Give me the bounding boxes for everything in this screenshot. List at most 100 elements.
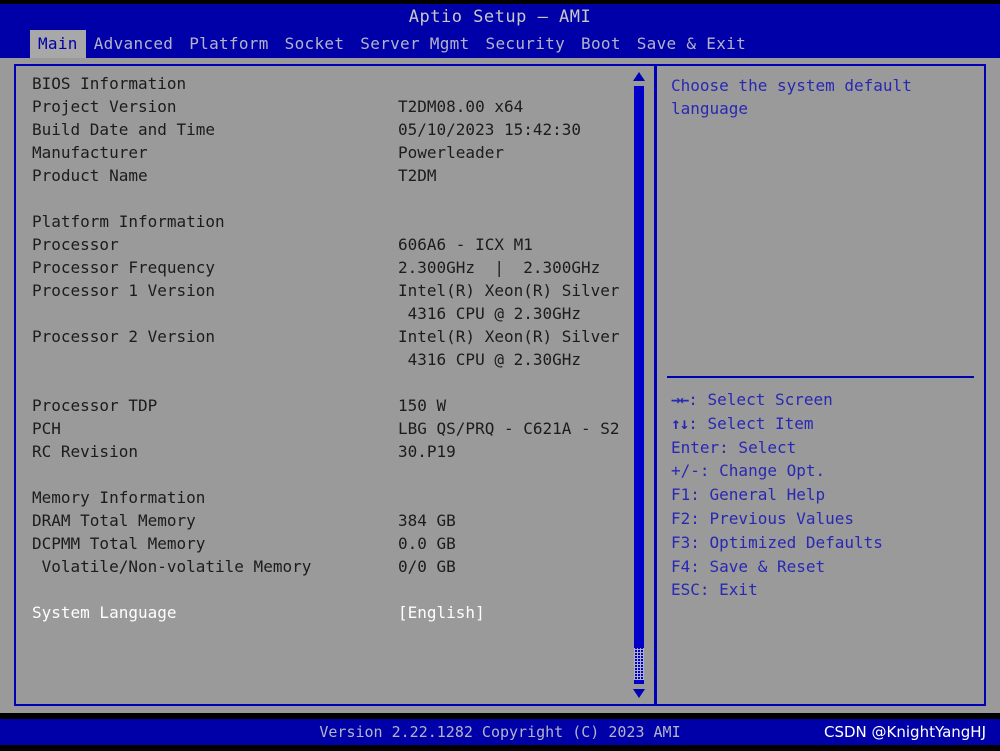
help-divider (667, 376, 974, 378)
row-value: Intel(R) Xeon(R) Silver (398, 281, 620, 300)
menu-tab-platform[interactable]: Platform (181, 30, 276, 58)
hotkey-text: F2: Previous Values (671, 508, 855, 528)
row-value: 606A6 - ICX M1 (398, 235, 533, 254)
hotkey-item: F3: Optimized Defaults (671, 531, 883, 555)
bios-setup-screen: Aptio Setup – AMI Main Advanced Platform So… (0, 0, 1000, 751)
row-value: 2.300GHz | 2.300GHz (398, 258, 601, 277)
settings-row: Processor 1 Version Intel(R) Xeon(R) Silv… (16, 279, 652, 302)
help-panel: Choose the system default language →←: Se… (657, 66, 984, 704)
row-value: LBG QS/PRQ - C621A - S2 (398, 419, 620, 438)
hotkey-text: F4: Save & Reset (671, 556, 826, 576)
settings-rows: BIOS Information Project Version T2DM08.00… (16, 72, 652, 624)
row-label: Project Version (32, 97, 177, 116)
row-label: Manufacturer (32, 143, 148, 162)
menu-tab-server-mgmt[interactable]: Server Mgmt (352, 30, 477, 58)
row-label: System Language (32, 603, 177, 622)
hotkey-item: F2: Previous Values (671, 507, 883, 531)
row-spacer (16, 371, 652, 394)
row-value: T2DM08.00 x64 (398, 97, 524, 116)
row-label: Processor Frequency (32, 258, 216, 277)
menu-tab-boot[interactable]: Boot (573, 30, 629, 58)
row-value: 4316 CPU @ 2.30GHz (398, 304, 582, 323)
row-label: Processor (32, 235, 119, 254)
settings-row: 4316 CPU @ 2.30GHz (16, 302, 652, 325)
hotkey-text: F1: General Help (671, 485, 826, 505)
section-heading: BIOS Information (16, 72, 652, 95)
hotkey-legend: →←: Select Screen ↑↓: Select Item Enter: S… (671, 388, 883, 602)
footer-bar: Version 2.22.1282 Copyright (C) 2023 AMI… (0, 719, 1000, 745)
row-label: Processor TDP (32, 396, 158, 415)
settings-row: DCPMM Total Memory 0.0 GB (16, 532, 652, 555)
panel-box: BIOS Information Project Version T2DM08.00… (14, 64, 986, 706)
row-label: RC Revision (32, 442, 138, 461)
section-heading: Memory Information (16, 486, 652, 509)
row-value[interactable]: [English] (398, 601, 485, 624)
hotkey-text: F3: Optimized Defaults (671, 532, 883, 552)
settings-panel: BIOS Information Project Version T2DM08.00… (16, 66, 652, 704)
row-spacer (16, 578, 652, 601)
arrow-keys-icon: →← (671, 390, 689, 409)
settings-row: Processor 606A6 - ICX M1 (16, 233, 652, 256)
menu-tab-socket[interactable]: Socket (277, 30, 353, 58)
hotkey-text: : Select Item (688, 413, 814, 433)
row-label: PCH (32, 419, 61, 438)
help-description: Choose the system default language (671, 74, 974, 120)
section-heading: Platform Information (16, 210, 652, 233)
row-spacer (16, 463, 652, 486)
menu-tab-security[interactable]: Security (478, 30, 573, 58)
menu-tab-main[interactable]: Main (30, 30, 86, 58)
settings-row: Volatile/Non-volatile Memory 0/0 GB (16, 555, 652, 578)
scroll-up-arrow-icon[interactable] (633, 72, 645, 81)
hotkey-text: +/-: Change Opt. (671, 461, 826, 481)
row-label: Platform Information (32, 212, 225, 231)
settings-row[interactable]: System Language [English] (16, 601, 652, 624)
settings-row: Manufacturer Powerleader (16, 141, 652, 164)
hotkey-item: ESC: Exit (671, 578, 883, 602)
hotkey-item: F1: General Help (671, 483, 883, 507)
menu-tab-save-exit[interactable]: Save & Exit (629, 30, 754, 58)
row-label: Build Date and Time (32, 120, 216, 139)
row-value: 30.P19 (398, 442, 456, 461)
scroll-down-arrow-icon[interactable] (633, 689, 645, 698)
menu-bar: Main Advanced Platform Socket Server Mgmt Sec… (0, 30, 1000, 58)
hotkey-item: F4: Save & Reset (671, 555, 883, 579)
hotkey-item: ↑↓: Select Item (671, 412, 883, 436)
settings-row: Processor Frequency 2.300GHz | 2.300GHz (16, 256, 652, 279)
help-description-line: Choose the system default (671, 76, 912, 95)
hotkey-text: : Select Screen (688, 390, 833, 409)
row-value: Intel(R) Xeon(R) Silver (398, 327, 620, 346)
row-label: DCPMM Total Memory (32, 534, 206, 553)
hotkey-item: +/-: Change Opt. (671, 459, 883, 483)
settings-row: 4316 CPU @ 2.30GHz (16, 348, 652, 371)
menu-tab-advanced[interactable]: Advanced (86, 30, 181, 58)
footer-watermark: CSDN @KnightYangHJ (824, 723, 986, 741)
row-value: 0/0 GB (398, 557, 456, 576)
scrollbar-thumb[interactable] (634, 648, 644, 680)
row-label: Processor 2 Version (32, 327, 216, 346)
hotkey-item: →←: Select Screen (671, 388, 883, 412)
settings-row: Product Name T2DM (16, 164, 652, 187)
row-label: Processor 1 Version (32, 281, 216, 300)
row-label: DRAM Total Memory (32, 511, 196, 530)
row-label: Memory Information (32, 488, 206, 507)
row-value: T2DM (398, 166, 437, 185)
settings-row: PCH LBG QS/PRQ - C621A - S2 (16, 417, 652, 440)
scrollbar-track[interactable] (634, 86, 644, 684)
settings-row: DRAM Total Memory 384 GB (16, 509, 652, 532)
settings-row: Processor TDP 150 W (16, 394, 652, 417)
row-value: 150 W (398, 396, 447, 415)
window-title: Aptio Setup – AMI (0, 4, 1000, 30)
hotkey-text: Enter: Select (671, 437, 797, 457)
hotkey-item: Enter: Select (671, 436, 883, 460)
row-value: 384 GB (398, 511, 456, 530)
settings-row: Project Version T2DM08.00 x64 (16, 95, 652, 118)
row-label: Volatile/Non-volatile Memory (32, 557, 312, 576)
row-value: 05/10/2023 15:42:30 (398, 120, 582, 139)
settings-row: Build Date and Time 05/10/2023 15:42:30 (16, 118, 652, 141)
row-value: Powerleader (398, 143, 504, 162)
row-value: 0.0 GB (398, 534, 456, 553)
vertical-scrollbar[interactable] (632, 70, 646, 700)
help-description-line: language (671, 99, 749, 118)
row-value: 4316 CPU @ 2.30GHz (398, 350, 582, 369)
row-spacer (16, 187, 652, 210)
